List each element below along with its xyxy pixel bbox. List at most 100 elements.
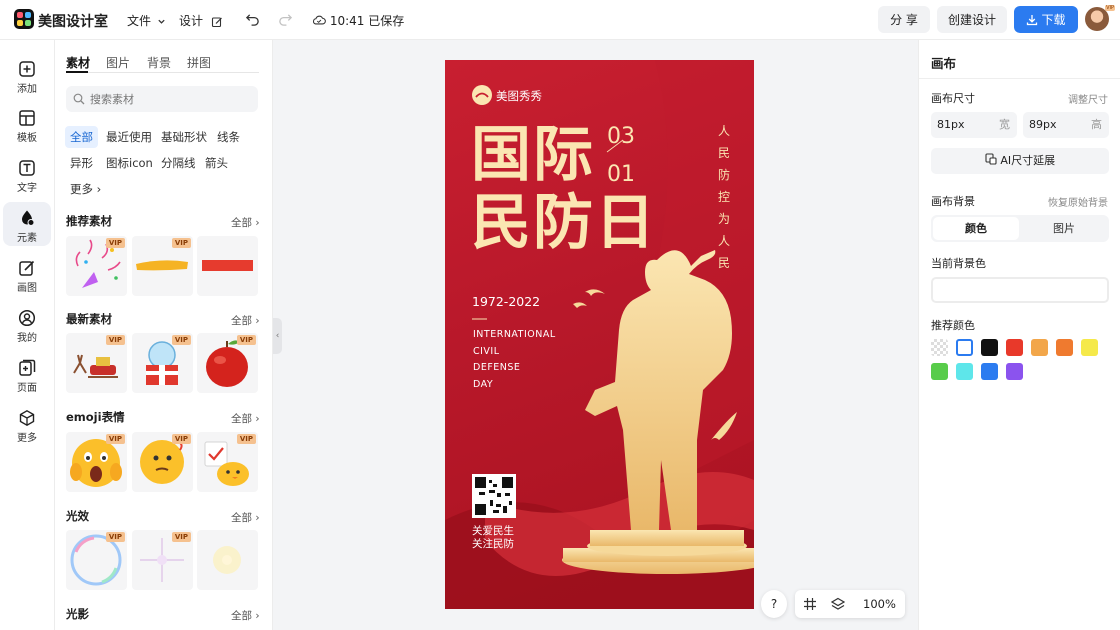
create-design-button[interactable]: 创建设计 — [937, 6, 1007, 33]
design-menu[interactable]: 设计 — [179, 12, 223, 29]
poster-english-title: INTERNATIONAL CIVIL DEFENSE DAY — [473, 327, 556, 393]
nav-draw[interactable]: 画图 — [3, 252, 51, 296]
create-design-label: 创建设计 — [947, 13, 996, 27]
thumb-sleigh[interactable]: VIP — [66, 333, 127, 393]
section-emoji: emoji表情 — [66, 410, 125, 424]
vip-badge: VIP — [105, 532, 125, 542]
tab-collage[interactable]: 拼图 — [187, 54, 211, 71]
color-swatch[interactable] — [981, 339, 998, 356]
tab-backgrounds[interactable]: 背景 — [147, 54, 171, 71]
color-swatch[interactable] — [1006, 339, 1023, 356]
slogan-char: 民 — [717, 146, 730, 160]
thumb-party-popper[interactable]: VIP — [66, 236, 127, 296]
nav-add[interactable]: 添加 — [3, 53, 51, 97]
color-swatch[interactable] — [981, 363, 998, 380]
share-button-label: 分 享 — [890, 13, 918, 27]
design-canvas[interactable]: 美图秀秀 国际 民防日 03 01 人 民 防 控 为 人 民 1972-202… — [445, 60, 754, 609]
color-swatch[interactable] — [1081, 339, 1098, 356]
color-swatch[interactable] — [956, 339, 973, 356]
nav-add-label: 添加 — [17, 84, 37, 95]
pages-icon — [19, 359, 36, 376]
chip-arrows[interactable]: 箭头 — [200, 152, 233, 174]
see-all-light-shadow[interactable]: 全部 › — [231, 608, 260, 623]
color-swatch[interactable] — [931, 363, 948, 380]
tab-materials[interactable]: 素材 — [66, 54, 90, 71]
poster-title-line1: 国际 — [471, 120, 595, 190]
tab-images[interactable]: 图片 — [106, 54, 130, 71]
collapse-panel-handle[interactable]: ‹ — [273, 318, 282, 354]
bg-image-tab[interactable]: 图片 — [1021, 217, 1107, 240]
current-bg-color-field[interactable] — [931, 277, 1109, 303]
qr-caption-line2: 关注民防 — [472, 538, 514, 550]
undo-icon[interactable] — [245, 12, 260, 27]
chip-more[interactable]: 更多 › — [65, 178, 106, 200]
user-icon — [18, 309, 36, 327]
thumb-emoji-scared[interactable]: VIP — [66, 432, 127, 492]
chip-dividers[interactable]: 分隔线 — [156, 152, 201, 174]
height-unit: 高 — [1091, 118, 1102, 131]
see-all-label: 全部 — [231, 413, 252, 425]
chip-irregular[interactable]: 异形 — [65, 152, 98, 174]
search-icon — [73, 93, 85, 105]
nav-more[interactable]: 更多 — [3, 402, 51, 446]
thumb-yellow-brush[interactable]: VIP — [132, 236, 193, 296]
restore-bg-link[interactable]: 恢复原始背景 — [1048, 194, 1108, 209]
nav-pages[interactable]: 页面 — [3, 352, 51, 396]
template-icon — [19, 110, 35, 126]
save-status-text: 10:41 已保存 — [329, 14, 405, 28]
user-avatar[interactable]: VIP — [1085, 5, 1115, 31]
search-input[interactable] — [90, 90, 250, 108]
width-field[interactable]: 81px 宽 — [931, 112, 1017, 138]
nav-mine[interactable]: 我的 — [3, 302, 51, 346]
chip-all[interactable]: 全部 — [65, 126, 98, 148]
zoom-level[interactable]: 100% — [863, 597, 896, 611]
text-icon — [19, 160, 35, 176]
bg-type-toggle: 颜色 图片 — [931, 215, 1109, 242]
nav-elements[interactable]: 元素 — [3, 202, 51, 246]
nav-templates[interactable]: 模板 — [3, 102, 51, 146]
thumb-emoji-thinking[interactable]: VIP — [132, 432, 193, 492]
search-box[interactable] — [66, 86, 258, 112]
thumb-glow[interactable] — [197, 530, 258, 590]
grid-icon[interactable] — [803, 597, 817, 611]
share-button[interactable]: 分 享 — [878, 6, 930, 33]
help-button[interactable]: ? — [761, 590, 787, 618]
chip-basic-shapes[interactable]: 基础形状 — [156, 126, 212, 148]
thumb-apple[interactable]: VIP — [197, 333, 258, 393]
thumb-snow-globe[interactable]: VIP — [132, 333, 193, 393]
chip-lines[interactable]: 线条 — [212, 126, 245, 148]
see-all-light-effects[interactable]: 全部 › — [231, 510, 260, 525]
see-all-emoji[interactable]: 全部 › — [231, 411, 260, 426]
chip-recent[interactable]: 最近使用 — [101, 126, 157, 148]
color-swatch[interactable] — [931, 339, 948, 356]
thumb-sparkle[interactable]: VIP — [132, 530, 193, 590]
slogan-char: 人 — [717, 234, 730, 248]
color-swatch[interactable] — [956, 363, 973, 380]
layers-icon[interactable] — [831, 597, 845, 611]
see-all-recommended[interactable]: 全部 › — [231, 215, 260, 230]
height-field[interactable]: 89px 高 — [1023, 112, 1109, 138]
nav-text[interactable]: 文字 — [3, 152, 51, 196]
adjust-size-link[interactable]: 调整尺寸 — [1068, 91, 1108, 106]
width-value: 81px — [937, 118, 965, 131]
thumb-red-bar[interactable] — [197, 236, 258, 296]
color-swatch[interactable] — [1031, 339, 1048, 356]
thumb-emoji-checklist[interactable]: VIP — [197, 432, 258, 492]
redo-icon[interactable] — [278, 12, 293, 27]
nav-elements-label: 元素 — [17, 233, 37, 244]
color-swatch[interactable] — [1056, 339, 1073, 356]
download-button[interactable]: 下载 — [1014, 6, 1078, 33]
thumb-bubble[interactable]: VIP — [66, 530, 127, 590]
red-rectangle-icon — [202, 260, 253, 271]
poster-date-month: 03 — [607, 124, 635, 149]
bg-color-tab[interactable]: 颜色 — [933, 217, 1019, 240]
save-status: 10:41 已保存 — [312, 12, 404, 29]
see-all-newest[interactable]: 全部 › — [231, 313, 260, 328]
color-swatch[interactable] — [1006, 363, 1023, 380]
chip-icons[interactable]: 图标icon — [101, 152, 158, 174]
file-menu[interactable]: 文件 — [127, 12, 166, 29]
ai-resize-icon — [985, 153, 997, 165]
ai-extend-button[interactable]: AI尺寸延展 — [931, 148, 1109, 174]
recommended-colors-label: 推荐颜色 — [931, 319, 975, 332]
ai-extend-label: AI尺寸延展 — [1000, 154, 1056, 167]
